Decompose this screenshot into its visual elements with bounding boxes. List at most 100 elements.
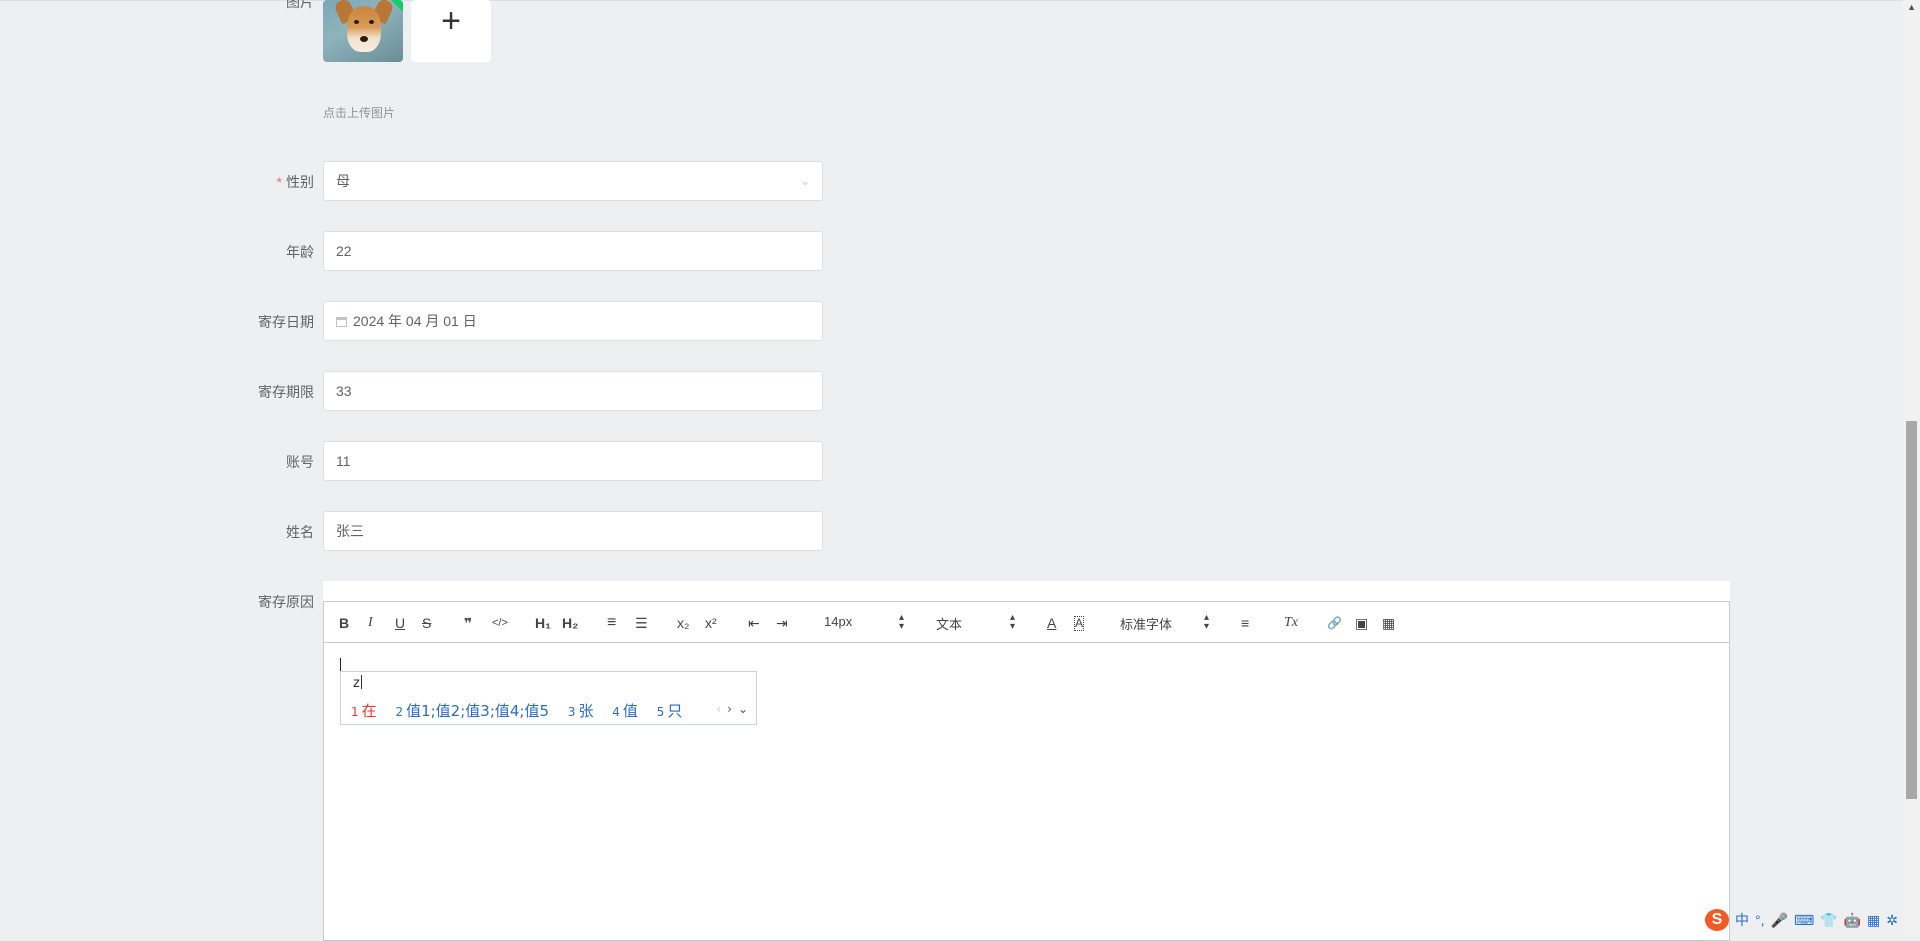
select-arrows-icon: ▴ ▾ xyxy=(1204,612,1210,632)
align-button[interactable]: ≡ xyxy=(1241,614,1249,632)
ime-candidate[interactable]: 4值 xyxy=(612,702,638,720)
candidate-text: 值1;值2;值3;值4;值5 xyxy=(406,702,550,720)
keyboard-icon[interactable]: ⌨ xyxy=(1794,912,1814,929)
ime-nav: ‹ › ⌄ xyxy=(716,702,748,716)
microphone-icon[interactable]: 🎤 xyxy=(1771,912,1788,929)
deposit-date-input[interactable]: 2024 年 04 月 01 日 xyxy=(323,301,823,341)
expand-icon[interactable]: ⌄ xyxy=(738,702,748,716)
scrollbar[interactable]: ▲ xyxy=(1903,0,1920,936)
font-size-select[interactable]: 14px xyxy=(824,614,852,629)
name-input[interactable]: 张三 xyxy=(323,511,823,551)
dog-face xyxy=(347,6,381,52)
deposit-date-value: 2024 年 04 月 01 日 xyxy=(353,313,477,329)
name-label: 姓名 xyxy=(286,524,314,540)
age-value: 22 xyxy=(336,243,352,259)
candidate-text: 只 xyxy=(667,702,683,720)
name-row: 姓名 张三 xyxy=(0,511,1700,551)
prev-page-icon[interactable]: ‹ xyxy=(716,702,721,716)
underline-button[interactable]: U xyxy=(395,614,405,632)
ime-caret xyxy=(360,675,362,689)
candidate-number: 5 xyxy=(656,705,665,719)
ime-candidate[interactable]: 2 值1;值2;值3;值4;值5 xyxy=(395,702,549,720)
scroll-up-arrow-icon[interactable]: ▲ xyxy=(1907,2,1916,12)
candidate-text: 值 xyxy=(622,702,638,720)
ime-candidate[interactable]: 5只 xyxy=(657,702,683,720)
text-color-button[interactable]: A xyxy=(1047,614,1056,632)
name-value: 张三 xyxy=(336,523,364,539)
ime-toolbar: S 中 °, 🎤 ⌨ 👕 🤖 ▦ ✲ xyxy=(1705,908,1898,932)
ime-candidate-popup: z 1在 2 值1;值2;值3;值4;值5 3张 4值 5只 ‹ › ⌄ xyxy=(340,671,757,725)
gender-value: 母 xyxy=(336,173,350,189)
italic-button[interactable]: I xyxy=(368,614,373,632)
uploaded-image-thumbnail[interactable] xyxy=(323,0,403,62)
deposit-date-row: 寄存日期 2024 年 04 月 01 日 xyxy=(0,301,1700,341)
settings-icon[interactable]: ✲ xyxy=(1886,912,1898,929)
toolbox-icon[interactable]: ▦ xyxy=(1867,912,1880,929)
deposit-date-label: 寄存日期 xyxy=(258,314,314,330)
sogou-logo-icon[interactable]: S xyxy=(1705,909,1729,931)
strike-button[interactable]: S xyxy=(422,614,431,632)
image-upload-row: 图片 + xyxy=(0,0,1700,64)
select-arrows-icon: ▴ ▾ xyxy=(1010,612,1016,632)
video-icon[interactable]: ▦ xyxy=(1382,614,1395,632)
upload-success-badge xyxy=(391,0,403,12)
subscript-button[interactable]: x₂ xyxy=(677,614,689,632)
deposit-period-input[interactable]: 33 xyxy=(323,371,823,411)
superscript-button[interactable]: x² xyxy=(705,614,717,632)
account-row: 账号 11 xyxy=(0,441,1700,481)
age-row: 年龄 22 xyxy=(0,231,1700,271)
link-icon[interactable]: 🔗 xyxy=(1327,614,1342,632)
clean-format-button[interactable]: Tx xyxy=(1284,614,1298,632)
dog-eye xyxy=(369,20,374,24)
candidate-number: 2 xyxy=(395,705,404,719)
age-input[interactable]: 22 xyxy=(323,231,823,271)
robot-icon[interactable]: 🤖 xyxy=(1844,912,1861,929)
ime-input-text: z xyxy=(353,676,360,691)
gender-row: * 性别 母 ⌄ xyxy=(0,161,1700,201)
bullet-list-button[interactable]: ☰ xyxy=(635,614,648,632)
code-button[interactable]: </> xyxy=(492,614,508,632)
account-value: 11 xyxy=(336,453,351,469)
ime-candidates: 1在 2 值1;值2;值3;值4;值5 3张 4值 5只 xyxy=(351,700,696,721)
ime-candidate[interactable]: 3张 xyxy=(568,702,594,720)
dog-eye xyxy=(354,20,359,24)
chevron-down-icon: ⌄ xyxy=(799,174,810,188)
background-color-button[interactable]: A xyxy=(1074,616,1085,631)
header-select[interactable]: 文本 xyxy=(936,614,962,633)
ime-candidate[interactable]: 1在 xyxy=(351,702,377,720)
outdent-button[interactable]: ⇤ xyxy=(748,614,760,632)
reason-label: 寄存原因 xyxy=(258,594,314,610)
language-toggle[interactable]: 中 xyxy=(1735,910,1749,930)
plus-icon: + xyxy=(441,2,461,40)
age-label: 年龄 xyxy=(286,244,314,260)
upload-add-button[interactable]: + xyxy=(411,0,491,62)
deposit-period-label: 寄存期限 xyxy=(258,384,314,400)
candidate-number: 4 xyxy=(612,705,620,719)
scrollbar-thumb[interactable] xyxy=(1906,421,1917,799)
image-label: 图片 xyxy=(286,0,314,10)
image-icon[interactable]: ▣ xyxy=(1355,614,1368,632)
required-mark: * xyxy=(276,174,282,190)
gender-label: * 性别 xyxy=(0,172,314,192)
next-page-icon[interactable]: › xyxy=(727,702,732,716)
account-input[interactable]: 11 xyxy=(323,441,823,481)
skin-icon[interactable]: 👕 xyxy=(1820,912,1837,929)
deposit-period-value: 33 xyxy=(336,383,352,399)
candidate-number: 3 xyxy=(567,705,576,719)
editor-top-strip xyxy=(323,581,1730,601)
account-label: 账号 xyxy=(286,454,314,470)
gender-select[interactable]: 母 ⌄ xyxy=(323,161,823,201)
blockquote-button[interactable]: ❞ xyxy=(464,614,472,632)
indent-button[interactable]: ⇥ xyxy=(776,614,788,632)
bold-button[interactable]: B xyxy=(339,614,349,632)
font-family-select[interactable]: 标准字体 xyxy=(1120,614,1172,633)
deposit-period-row: 寄存期限 33 xyxy=(0,371,1700,411)
h1-button[interactable]: H₁ xyxy=(535,614,551,632)
dog-nose xyxy=(360,36,368,42)
candidate-text: 张 xyxy=(578,702,594,720)
upload-hint: 点击上传图片 xyxy=(323,106,396,120)
h2-button[interactable]: H₂ xyxy=(562,614,578,632)
ordered-list-button[interactable]: ≡ xyxy=(607,614,616,632)
punctuation-icon[interactable]: °, xyxy=(1755,912,1765,928)
rich-text-editor[interactable]: B I U S ❞ </> H₁ H₂ ≡ ☰ x₂ x² ⇤ ⇥ 14px ▴… xyxy=(323,601,1730,941)
